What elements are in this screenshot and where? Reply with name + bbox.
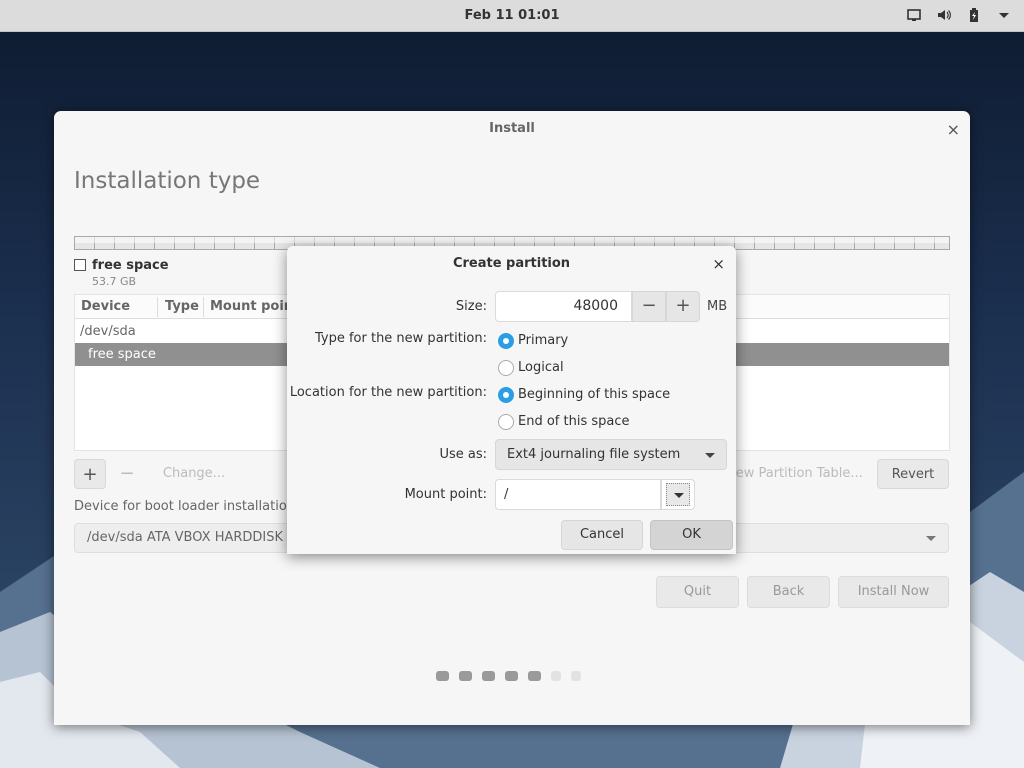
radio-beginning-label[interactable]: Beginning of this space [518,387,670,402]
progress-dot [551,671,561,681]
column-header-device[interactable]: Device [81,299,130,314]
add-partition-button[interactable]: + [74,459,106,489]
radio-primary[interactable] [498,333,514,349]
radio-logical[interactable] [498,360,514,376]
window-title: Install [489,121,535,136]
ok-button[interactable]: OK [650,520,733,550]
mount-point-dropdown-button[interactable] [661,479,695,510]
mount-point-input[interactable]: / [495,479,661,510]
dialog-title: Create partition [452,256,571,271]
size-increment-button[interactable]: + [666,291,700,322]
chevron-down-icon [926,536,936,541]
clock[interactable]: Feb 11 01:01 [0,8,1024,23]
revert-button[interactable]: Revert [877,459,949,489]
install-now-button[interactable]: Install Now [838,576,949,608]
close-icon[interactable]: × [712,255,725,273]
quit-button[interactable]: Quit [656,576,739,608]
radio-end-label[interactable]: End of this space [518,414,630,429]
progress-dot [528,671,541,681]
remove-partition-button[interactable]: − [114,459,140,489]
close-icon[interactable]: × [947,120,960,139]
radio-logical-label[interactable]: Logical [518,360,564,375]
top-panel: Feb 11 01:01 [0,0,1024,32]
size-input[interactable]: 48000 [495,291,632,322]
progress-dot [505,671,518,681]
partition-location-label: Location for the new partition: [289,385,487,400]
progress-dot [571,671,581,681]
cancel-button[interactable]: Cancel [561,520,643,550]
column-header-type[interactable]: Type [165,299,199,314]
radio-primary-label[interactable]: Primary [518,333,568,348]
use-as-value: Ext4 journaling file system [507,447,681,462]
battery-icon[interactable] [966,7,982,23]
menu-arrow-icon[interactable] [996,7,1012,23]
bootloader-label: Device for boot loader installation: [74,499,300,514]
system-tray [906,7,1012,23]
free-space-legend-label: free space [92,258,169,273]
chevron-down-icon [705,453,715,458]
progress-dot [436,671,449,681]
use-as-select[interactable]: Ext4 journaling file system [495,439,727,470]
size-unit: MB [707,299,728,314]
use-as-label: Use as: [439,447,487,462]
new-partition-table-button[interactable]: New Partition Table... [726,459,866,489]
chevron-down-icon [674,493,684,498]
mount-point-label: Mount point: [404,487,487,502]
volume-icon[interactable] [936,7,952,23]
size-label: Size: [455,299,487,314]
free-space-legend-swatch [74,259,86,271]
page-title: Installation type [74,168,261,194]
progress-dot [459,671,472,681]
column-header-mount-point[interactable]: Mount point [210,299,299,314]
progress-dot [482,671,495,681]
partition-type-label: Type for the new partition: [314,331,487,346]
free-space-legend-size: 53.7 GB [92,275,137,288]
back-button[interactable]: Back [747,576,830,608]
radio-end[interactable] [498,414,514,430]
size-decrement-button[interactable]: − [632,291,666,322]
radio-beginning[interactable] [498,387,514,403]
display-icon[interactable] [906,7,922,23]
create-partition-dialog: Create partition × Size: 48000 − + MB Ty… [287,246,736,554]
change-partition-button[interactable]: Change... [154,459,234,489]
progress-dots [436,671,581,681]
